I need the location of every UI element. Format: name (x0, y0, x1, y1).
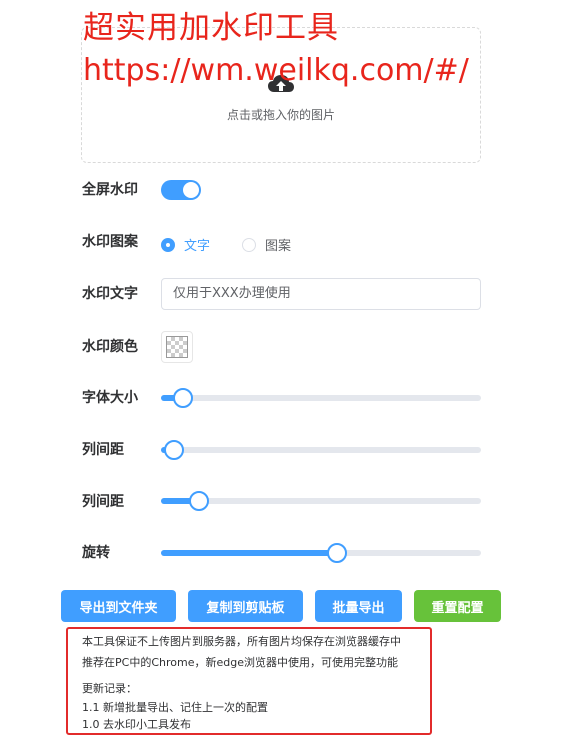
rotate-slider[interactable] (161, 543, 481, 563)
changelog-item: 1.0 去水印小工具发布 (82, 718, 191, 731)
radio-label: 文字 (184, 239, 211, 254)
slider-fill (161, 550, 337, 556)
copy-clipboard-button[interactable]: 复制到剪贴板 (188, 590, 303, 622)
slider-handle[interactable] (173, 388, 194, 408)
color-picker[interactable] (161, 331, 193, 363)
slider-handle[interactable] (163, 440, 184, 460)
slider-handle[interactable] (189, 491, 210, 511)
radio-label: 图案 (265, 239, 292, 254)
pattern-label: 水印图案 (82, 234, 138, 250)
transparent-swatch-icon (166, 336, 188, 358)
slider-track (161, 447, 481, 453)
changelog-item: 1.1 新增批量导出、记住上一次的配置 (82, 701, 268, 714)
font-size-slider[interactable] (161, 388, 481, 408)
watermark-color-label: 水印颜色 (82, 339, 138, 355)
overlay-title: 超实用加水印工具 (83, 10, 339, 46)
column-spacing-slider-2[interactable] (161, 491, 481, 511)
radio-dot (242, 237, 256, 252)
notice-browser: 推荐在PC中的Chrome，新edge浏览器中使用，可使用完整功能 (82, 656, 398, 669)
upload-hint: 点击或拖入你的图片 (226, 108, 335, 122)
watermark-text-input[interactable]: 仅用于XXX办理使用 (161, 278, 481, 310)
notice-privacy: 本工具保证不上传图片到服务器，所有图片均保存在浏览器缓存中 (82, 635, 401, 648)
export-folder-button[interactable]: 导出到文件夹 (61, 590, 176, 622)
slider-handle[interactable] (327, 543, 347, 563)
reset-config-button[interactable]: 重置配置 (414, 590, 501, 622)
fullscreen-label: 全屏水印 (82, 182, 138, 198)
fullscreen-toggle[interactable] (161, 180, 201, 200)
column-spacing-label-2: 列间距 (82, 494, 124, 510)
batch-export-button[interactable]: 批量导出 (315, 590, 402, 622)
slider-track (161, 395, 481, 401)
toggle-knob (183, 182, 199, 198)
column-spacing-label: 列间距 (82, 442, 124, 458)
overlay-url: https://wm.weilkq.com/#/ (83, 53, 469, 88)
watermark-text-label: 水印文字 (82, 286, 138, 302)
radio-image-option[interactable]: 图案 (242, 235, 291, 254)
radio-text-option[interactable]: 文字 (161, 235, 210, 254)
column-spacing-slider[interactable] (161, 440, 481, 460)
rotate-label: 旋转 (82, 545, 110, 561)
radio-dot (161, 237, 175, 252)
changelog-title: 更新记录： (82, 682, 137, 695)
notice-box: 本工具保证不上传图片到服务器，所有图片均保存在浏览器缓存中 推荐在PC中的Chr… (66, 627, 432, 735)
font-size-label: 字体大小 (82, 390, 138, 406)
